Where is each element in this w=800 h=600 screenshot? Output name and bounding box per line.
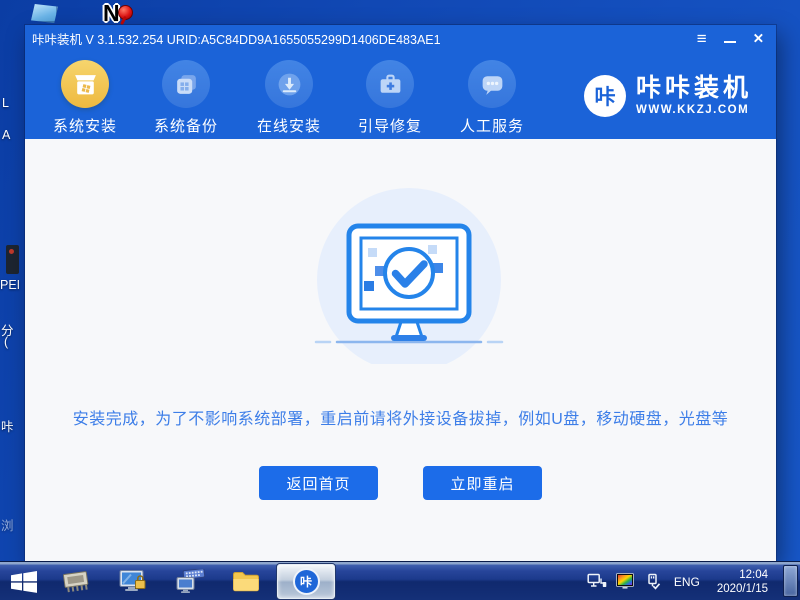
monitor-lock-icon: [119, 569, 147, 594]
desktop-icon-label-fragment: A: [2, 128, 10, 142]
nav-item-manual-service[interactable]: 人工服务: [442, 60, 542, 136]
toolbox-icon: [366, 60, 414, 108]
taskbar-chip-app[interactable]: [58, 562, 94, 600]
brand-logo-icon: 咔: [584, 75, 626, 117]
button-row: 返回首页 立即重启: [25, 466, 776, 500]
menu-icon[interactable]: ≡: [697, 30, 707, 47]
folder-icon: [232, 570, 260, 593]
display-color-icon[interactable]: [616, 573, 635, 590]
window-title: 咔咔装机 V 3.1.532.254 URID:A5C84DD9A1655055…: [32, 29, 441, 48]
file-explorer-button[interactable]: [227, 562, 265, 600]
desktop-screen-icon[interactable]: [31, 4, 58, 23]
completion-message: 安装完成，为了不影响系统部署，重启前请将外接设备拔掉，例如U盘，移动硬盘，光盘等: [25, 405, 776, 429]
desktop-icon-label-fragment: 浏: [1, 515, 14, 534]
window-controls: ≡ ✕: [697, 25, 764, 52]
nav-item-system-install[interactable]: 系统安装: [35, 60, 135, 136]
close-icon[interactable]: ✕: [753, 32, 764, 46]
desktop-icon-fragment: [6, 245, 19, 274]
clock-date: 2020/1/15: [717, 582, 768, 596]
download-icon: [265, 60, 313, 108]
show-desktop-button[interactable]: [783, 565, 798, 597]
nav-item-system-backup[interactable]: 系统备份: [136, 60, 236, 136]
desktop-icon-label-fragment: PEI: [0, 278, 20, 292]
desktop-icon-label-fragment: (: [4, 335, 8, 349]
nav-bar: 系统安装 系统备份: [25, 52, 776, 139]
language-indicator[interactable]: ENG: [674, 575, 700, 589]
success-monitor-illustration: [309, 184, 509, 364]
nav-label: 人工服务: [442, 115, 542, 136]
brand-site: WWW.KKZJ.COM: [636, 104, 752, 116]
taskbar-keyboard-app[interactable]: [171, 562, 211, 600]
windows-logo-icon: [11, 571, 37, 593]
taskbar-display-lock-app[interactable]: [114, 562, 152, 600]
kaka-installer-window: 咔咔装机 V 3.1.532.254 URID:A5C84DD9A1655055…: [25, 25, 776, 561]
nav-label: 在线安装: [239, 115, 339, 136]
backup-stack-icon: [162, 60, 210, 108]
system-tray: ENG 12:04 2020/1/15: [587, 562, 768, 600]
restart-now-button[interactable]: 立即重启: [423, 466, 542, 500]
kaka-logo-icon: 咔: [293, 568, 320, 595]
brand-logo: 咔 咔咔装机 WWW.KKZJ.COM: [584, 52, 752, 139]
usb-safely-remove-icon[interactable]: [644, 573, 661, 590]
desktop-n-app-icon[interactable]: N: [100, 0, 134, 28]
nav-label: 引导修复: [340, 115, 440, 136]
minimize-icon[interactable]: [724, 41, 736, 43]
install-box-icon: [61, 60, 109, 108]
nav-label: 系统备份: [136, 115, 236, 136]
taskbar-kaka-active-button[interactable]: 咔: [277, 564, 335, 599]
main-content: 安装完成，为了不影响系统部署，重启前请将外接设备拔掉，例如U盘，移动硬盘，光盘等…: [25, 139, 776, 561]
nav-item-boot-repair[interactable]: 引导修复: [340, 60, 440, 136]
clock[interactable]: 12:04 2020/1/15: [717, 568, 768, 596]
return-home-button[interactable]: 返回首页: [259, 466, 378, 500]
desktop-icon-label-fragment: 咔: [1, 416, 14, 435]
start-button[interactable]: [6, 562, 42, 600]
memory-chip-icon: [60, 568, 91, 596]
keyboard-monitor-icon: [176, 569, 206, 594]
taskbar: 咔 ENG 12:0: [0, 561, 800, 600]
nav-item-online-install[interactable]: 在线安装: [239, 60, 339, 136]
clock-time: 12:04: [717, 568, 768, 582]
desktop-icon-label-fragment: L: [2, 96, 9, 110]
nav-label: 系统安装: [35, 115, 135, 136]
network-icon[interactable]: [587, 573, 607, 590]
title-bar[interactable]: 咔咔装机 V 3.1.532.254 URID:A5C84DD9A1655055…: [25, 25, 776, 52]
chat-bubble-icon: [468, 60, 516, 108]
brand-name: 咔咔装机: [636, 76, 752, 101]
